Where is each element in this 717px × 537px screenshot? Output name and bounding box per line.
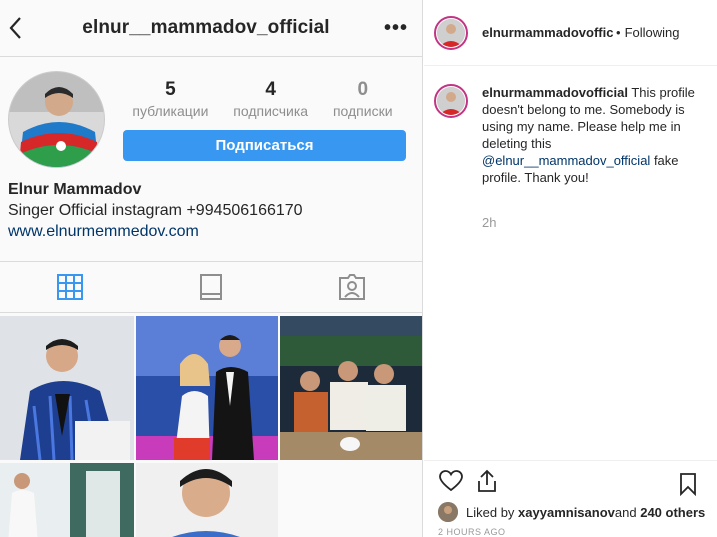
like-heart-icon[interactable] — [436, 466, 466, 496]
stat-followers-count: 4 — [265, 79, 276, 100]
stat-following-label: подписки — [332, 103, 393, 119]
profile-avatar[interactable] — [8, 71, 105, 168]
follow-button[interactable]: Подписаться — [123, 130, 406, 161]
profile-stats: 5 публикации 4 подписчика 0 подписки — [120, 79, 405, 119]
post-timestamp: 2 HOURS AGO — [438, 527, 506, 537]
tv-icon — [199, 274, 222, 300]
profile-bio: Elnur Mammadov Singer Official instagram… — [0, 177, 422, 261]
stat-posts-label: публикации — [132, 103, 209, 119]
following-button[interactable]: Following — [625, 25, 680, 40]
caption-mention-link[interactable]: @elnur__mammadov_official — [482, 153, 650, 168]
profile-header: 5 публикации 4 подписчика 0 подписки Под… — [0, 57, 422, 177]
liked-by-prefix: Liked by — [466, 504, 515, 520]
bookmark-icon[interactable] — [673, 469, 703, 499]
profile-website-link[interactable]: www.elnurmemmedov.com — [8, 221, 414, 242]
post-thumbnail[interactable] — [0, 463, 134, 537]
stat-following[interactable]: 0 подписки — [333, 79, 393, 119]
post-actions: Liked by xayyamnisanov and 240 others 2 … — [424, 460, 717, 537]
stat-followers-label: подписчика — [233, 103, 309, 119]
post-grid — [0, 313, 422, 537]
profile-bio-text: Singer Official instagram +994506166170 — [8, 202, 303, 219]
caption-author-avatar[interactable] — [434, 84, 468, 118]
profile-tabs — [0, 261, 422, 313]
post-thumbnail[interactable] — [136, 463, 278, 537]
profile-full-name: Elnur Mammadov — [8, 181, 142, 198]
liked-by-others[interactable]: 240 others — [640, 505, 705, 520]
tab-igtv[interactable] — [191, 267, 231, 307]
tab-tagged[interactable] — [332, 267, 372, 307]
action-row — [424, 461, 717, 501]
post-panel: elnurmammadovofficial • Following elnurm… — [424, 0, 717, 537]
post-caption: elnurmammadovofficial This profile doesn… — [424, 66, 717, 231]
caption-username[interactable]: elnurmammadovofficial — [482, 85, 628, 100]
stat-following-count: 0 — [357, 79, 369, 100]
tab-grid[interactable] — [50, 267, 90, 307]
stat-posts-count: 5 — [165, 79, 176, 100]
stat-posts[interactable]: 5 публикации — [132, 79, 208, 119]
post-header: elnurmammadovofficial • Following — [424, 0, 717, 66]
profile-username: elnur__mammadov_official — [82, 17, 330, 38]
liked-by-user[interactable]: xayyamnisanov — [518, 505, 615, 520]
post-thumbnail[interactable] — [136, 316, 278, 460]
profile-topbar: elnur__mammadov_official ••• — [0, 0, 422, 57]
header-separator: • — [616, 25, 621, 40]
post-author-username[interactable]: elnurmammadovofficial — [482, 25, 614, 40]
liker-avatar[interactable] — [438, 502, 458, 522]
stat-followers[interactable]: 4 подписчика — [233, 79, 308, 119]
caption-body: elnurmammadovofficial This profile doesn… — [482, 84, 707, 231]
post-thumbnail[interactable] — [280, 316, 422, 460]
back-arrow-icon[interactable] — [8, 14, 28, 42]
caption-time-ago: 2h — [482, 215, 497, 230]
share-icon[interactable] — [472, 466, 502, 496]
post-thumbnail[interactable] — [0, 316, 134, 460]
profile-panel: elnur__mammadov_official ••• 5 публикаци… — [0, 0, 423, 537]
author-avatar[interactable] — [434, 15, 468, 50]
grid-icon — [57, 274, 84, 300]
more-options-icon[interactable]: ••• — [384, 17, 408, 40]
liked-by-mid: and — [614, 504, 637, 520]
caption-text: elnurmammadovofficial This profile doesn… — [482, 84, 707, 186]
likes-summary: Liked by xayyamnisanov and 240 others — [424, 501, 717, 523]
tagged-icon — [338, 274, 365, 300]
